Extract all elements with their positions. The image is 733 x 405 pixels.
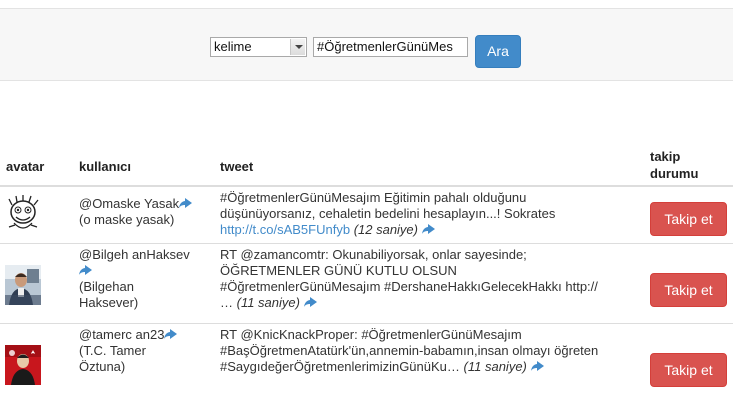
follow-button[interactable]: Takip et: [650, 202, 727, 236]
tweet-cell: RT @KnicKnackProper: #ÖğretmenlerGünüMes…: [220, 327, 640, 375]
search-input[interactable]: #ÖğretmenlerGünüMes: [313, 37, 468, 57]
tweet-text-line: ÖĞRETMENLER GÜNÜ KUTLU OLSUN: [220, 263, 457, 278]
user-display-name: Haksever): [79, 295, 139, 310]
user-handle-line[interactable]: @tamerc an23: [79, 327, 209, 343]
header-tweet: tweet: [220, 159, 254, 174]
reply-arrow-icon[interactable]: [79, 265, 92, 276]
user-cell: @tamerc an23 (T.C. Tamer Öztuna): [79, 327, 209, 375]
user-handle[interactable]: @Bilgeh anHaksev: [79, 247, 209, 263]
tweet-cell: RT @zamancomtr: Okunabiliyorsak, onlar s…: [220, 247, 640, 311]
cartoon-mascot-avatar[interactable]: [5, 195, 41, 235]
header-follow-status: takip durumu: [650, 148, 698, 182]
tweet-time: (11 saniye): [236, 295, 300, 310]
table-row: @Omaske Yasak (o maske yasak) #Öğretmenl…: [0, 187, 733, 244]
user-display-name: (T.C. Tamer: [79, 343, 146, 358]
user-display-name: (o maske yasak): [79, 212, 175, 227]
reply-arrow-icon[interactable]: [303, 297, 317, 308]
tweet-text-line: düşünüyorsanız, cehaletin bedelini hesap…: [220, 206, 556, 221]
chevron-down-icon[interactable]: [290, 39, 305, 55]
header-user: kullanıcı: [79, 159, 132, 174]
user-cell: @Bilgeh anHaksev (Bilgehan Haksever): [79, 247, 209, 311]
table-row: @Bilgeh anHaksev (Bilgehan Haksever) RT …: [0, 244, 733, 324]
header-follow-line2: durumu: [650, 166, 699, 181]
user-cell: @Omaske Yasak (o maske yasak): [79, 196, 209, 228]
search-bar: kelime #ÖğretmenlerGünüMes Ara: [0, 8, 733, 81]
user-handle[interactable]: @tamerc an23: [79, 327, 164, 342]
tweet-meta-line: #SaygıdeğerÖğretmenlerimizinGünüKu… (11 …: [220, 359, 640, 375]
reply-arrow-icon[interactable]: [530, 361, 544, 372]
search-button[interactable]: Ara: [475, 35, 521, 68]
follow-button[interactable]: Takip et: [650, 353, 727, 387]
search-input-value: #ÖğretmenlerGünüMes: [317, 39, 453, 54]
search-type-select[interactable]: kelime: [210, 37, 307, 57]
reply-arrow-icon[interactable]: [421, 224, 435, 235]
table-header-row: avatar kullanıcı tweet takip durumu: [0, 144, 733, 187]
header-avatar: avatar: [6, 159, 45, 174]
tweet-cell: #ÖğretmenlerGünüMesajım Eğitimin pahalı …: [220, 190, 640, 238]
tweet-meta-line: … (11 saniye): [220, 295, 640, 311]
tweet-time: (11 saniye): [463, 359, 527, 374]
follow-button[interactable]: Takip et: [650, 273, 727, 307]
tweet-text-line: …: [220, 295, 233, 310]
tweet-time: (12 saniye): [353, 222, 418, 237]
tweet-text-line: #BaşÖğretmenAtatürk'ün,annemin-babamın,i…: [220, 343, 599, 358]
tweet-text-line: #SaygıdeğerÖğretmenlerimizinGünüKu…: [220, 359, 460, 374]
person-photo-avatar[interactable]: [5, 265, 41, 305]
user-display-name: (Bilgehan: [79, 279, 134, 294]
tweet-link[interactable]: http://t.co/sAB5FUnfyb: [220, 222, 350, 237]
tweet-text-line: #ÖğretmenlerGünüMesajım #DershaneHakkıGe…: [220, 279, 598, 294]
header-follow-line1: takip: [650, 149, 681, 164]
tweet-text-line: RT @zamancomtr: Okunabiliyorsak, onlar s…: [220, 247, 527, 262]
user-handle-line[interactable]: @Omaske Yasak: [79, 196, 209, 212]
table-row: @tamerc an23 (T.C. Tamer Öztuna) RT @Kni…: [0, 324, 733, 405]
tweet-text-line: RT @KnicKnackProper: #ÖğretmenlerGünüMes…: [220, 327, 522, 342]
user-handle[interactable]: @Omaske Yasak: [79, 196, 179, 211]
red-flag-portrait-avatar[interactable]: [5, 345, 41, 385]
user-display-name: Öztuna): [79, 359, 126, 374]
tweet-text-line: #ÖğretmenlerGünüMesajım Eğitimin pahalı …: [220, 190, 527, 205]
tweet-meta-line: http://t.co/sAB5FUnfyb (12 saniye): [220, 222, 640, 238]
reply-arrow-icon[interactable]: [164, 329, 178, 340]
reply-arrow-icon[interactable]: [179, 198, 193, 209]
search-type-value: kelime: [214, 39, 252, 54]
